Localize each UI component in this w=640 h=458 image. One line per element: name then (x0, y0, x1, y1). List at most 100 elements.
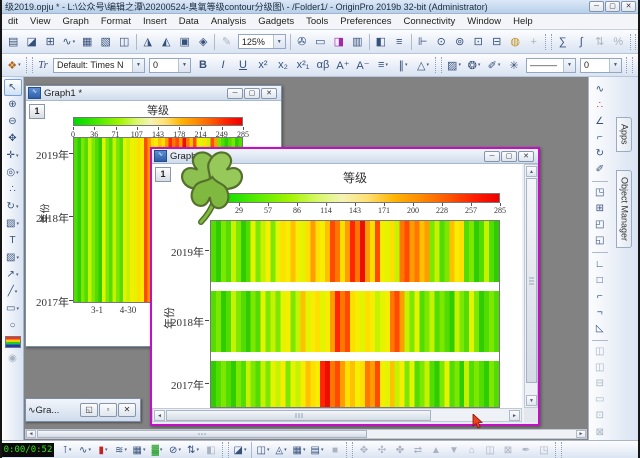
workspace-hscroll-thumb[interactable] (37, 430, 367, 438)
region-reader-dropdown-icon[interactable]: ▾ (16, 221, 19, 227)
add-left-axis-icon[interactable]: ∟ (591, 256, 609, 272)
plot-polar-icon[interactable]: ⊘▾ (166, 442, 184, 458)
zoom-in-icon[interactable]: ⊕ (4, 96, 22, 113)
plot-error-bars-icon[interactable]: ⊺▾ (58, 442, 76, 458)
plot-line-symbol-icon[interactable]: ∿▾ (76, 442, 94, 458)
row-statistics-icon[interactable]: ∫ (572, 32, 591, 51)
toolbar-handle[interactable] (545, 34, 552, 50)
menu-item-preferences[interactable]: Preferences (334, 14, 397, 29)
menu-item-data[interactable]: Data (173, 14, 205, 29)
rectangle-tool-dropdown-icon[interactable]: ▾ (16, 306, 19, 312)
line-color-icon[interactable]: ✐▾ (484, 56, 504, 75)
line-color-dropdown-icon[interactable]: ▾ (498, 62, 501, 68)
toolbar-handle[interactable] (222, 442, 229, 458)
menu-item-tools[interactable]: Tools (300, 14, 334, 29)
new-matrix-icon[interactable]: ▦ (78, 32, 97, 51)
screen-reader-icon[interactable]: ✛▾ (4, 147, 22, 164)
distribute-dropdown-icon[interactable]: ▾ (405, 62, 408, 68)
sub-superscript-icon[interactable]: x²₁ (293, 56, 313, 75)
graph2-vscroll-thumb[interactable] (526, 178, 537, 383)
video-builder-icon[interactable]: ▥ (348, 32, 367, 51)
new-layer-top-right-icon[interactable]: ◳ (591, 185, 609, 201)
plot-area-icon[interactable]: ▓▾ (148, 442, 166, 458)
plot-column-dropdown-icon[interactable]: ▾ (105, 447, 108, 453)
effects-icon[interactable]: ✳ (504, 56, 524, 75)
slide-show-icon[interactable]: ▭ (311, 32, 330, 51)
alignment-icon[interactable]: ≡▾ (373, 56, 393, 75)
scroll-up-icon[interactable]: ▲ (526, 166, 537, 177)
scatter-draw-tool-icon[interactable]: ∴ (591, 97, 609, 113)
open-excel-icon[interactable]: ◭ (157, 32, 176, 51)
bold-icon[interactable]: B (193, 56, 213, 75)
theme-gallery-icon[interactable]: ❖▾ (4, 56, 24, 75)
tab-object-manager[interactable]: Object Manager (616, 170, 632, 248)
minimized-graph-window[interactable]: ∿ Gra... ◱ ▫ ✕ (25, 398, 141, 422)
scroll-down-icon[interactable]: ▼ (526, 395, 537, 406)
new-layer-bottom-icon[interactable]: ◱ (591, 233, 609, 249)
graph1-close-button[interactable]: ✕ (261, 88, 277, 99)
app-titlebar[interactable]: 级2019.opju * - L:\公众号\编辑之潭\20200524-臭氧等级… (2, 0, 638, 14)
increase-font-icon[interactable]: A⁺ (333, 56, 353, 75)
send-graph-icon[interactable]: ◨ (330, 32, 349, 51)
superscript-icon[interactable]: x² (253, 56, 273, 75)
data-reader-icon[interactable]: ◎▾ (4, 164, 22, 181)
plot-stock-dropdown-icon[interactable]: ▾ (196, 447, 199, 453)
screen-reader-dropdown-icon[interactable]: ▾ (16, 153, 19, 159)
app-maximize-button[interactable]: ▢ (605, 1, 620, 12)
mask-tool-dropdown-icon[interactable]: ▾ (16, 255, 19, 261)
new-book-icon[interactable]: ▤▾ (308, 442, 326, 458)
greek-symbols-icon[interactable]: αβ (313, 56, 333, 75)
line-style-select-dropdown-icon[interactable]: ▼ (563, 59, 575, 72)
arrow-tool-dropdown-icon[interactable]: ▾ (16, 272, 19, 278)
add-box-axes-icon[interactable]: □ (591, 272, 609, 288)
script-window-icon[interactable]: ⊡ (469, 32, 488, 51)
tab-apps[interactable]: Apps (616, 117, 632, 152)
italic-icon[interactable]: I (213, 56, 233, 75)
menu-item-format[interactable]: Format (95, 14, 137, 29)
duplicate-window-dropdown-icon[interactable]: ▾ (267, 447, 270, 453)
arrow-tool-icon[interactable]: ↗▾ (4, 266, 22, 283)
line-style-select[interactable]: ———▼ (526, 58, 576, 73)
zoom-out-icon[interactable]: ⊖ (4, 113, 22, 130)
rotate-tool-icon[interactable]: ↻▾ (4, 198, 22, 215)
graph2-hscrollbar[interactable]: ◄ ► (152, 408, 522, 422)
menu-item-view[interactable]: View (24, 14, 56, 29)
project-explorer-icon[interactable]: ⊩ (413, 32, 432, 51)
open-icon[interactable]: ◮ (138, 32, 157, 51)
subscript-icon[interactable]: x₂ (273, 56, 293, 75)
workspace-hscrollbar[interactable]: ◄ ► (25, 429, 587, 439)
underline-icon[interactable]: U (233, 56, 253, 75)
graph2-vscrollbar[interactable]: ▲ ▼ (524, 164, 538, 408)
new-function-plot-icon[interactable]: ∿▾ (60, 32, 79, 51)
pan-icon[interactable]: ✥ (4, 130, 22, 147)
new-graph-icon[interactable]: ◪ (23, 32, 42, 51)
new-sheet-dropdown-icon[interactable]: ▾ (303, 447, 306, 453)
print-icon[interactable]: ✇ (293, 32, 312, 51)
scroll-right-icon[interactable]: ► (509, 410, 520, 421)
alignment-dropdown-icon[interactable]: ▾ (385, 62, 388, 68)
rectangle-tool-icon[interactable]: ▭▾ (4, 300, 22, 317)
app-minimize-button[interactable]: ─ (589, 1, 604, 12)
rotate-tool-dropdown-icon[interactable]: ▾ (16, 204, 19, 210)
toolbar-handle[interactable] (626, 57, 633, 73)
text-tool-icon[interactable]: T (4, 232, 22, 249)
line-width-select[interactable]: 0▼ (580, 58, 622, 73)
graph1-titlebar[interactable]: ∿ Graph1 * ─ ▢ ✕ (26, 86, 281, 101)
new-book-dropdown-icon[interactable]: ▾ (321, 447, 324, 453)
graph1-maximize-button[interactable]: ▢ (244, 88, 260, 99)
pattern-color-icon[interactable]: ❂▾ (464, 56, 484, 75)
pointer-icon[interactable]: ↖ (4, 79, 22, 96)
new-graph-window-dropdown-icon[interactable]: ▾ (244, 447, 247, 453)
line-width-select-dropdown-icon[interactable]: ▼ (609, 59, 621, 72)
distribute-icon[interactable]: ∥▾ (393, 56, 413, 75)
toolbar-handle[interactable] (346, 442, 353, 458)
data-reader-dropdown-icon[interactable]: ▾ (16, 170, 19, 176)
window-stack-icon[interactable]: ≡ (390, 32, 409, 51)
font-select[interactable]: Default: Times N▼ (53, 58, 145, 73)
menu-item-dit[interactable]: dit (2, 14, 24, 29)
menu-item-connectivity[interactable]: Connectivity (398, 14, 462, 29)
zoom-pan-icon[interactable]: ⊚ (450, 32, 469, 51)
brush-tool-icon[interactable]: ✐ (591, 162, 609, 178)
save-project-icon[interactable]: ▣ (175, 32, 194, 51)
graph2-titlebar[interactable]: ∿ Graph ─ ▢ ✕ (152, 149, 538, 164)
